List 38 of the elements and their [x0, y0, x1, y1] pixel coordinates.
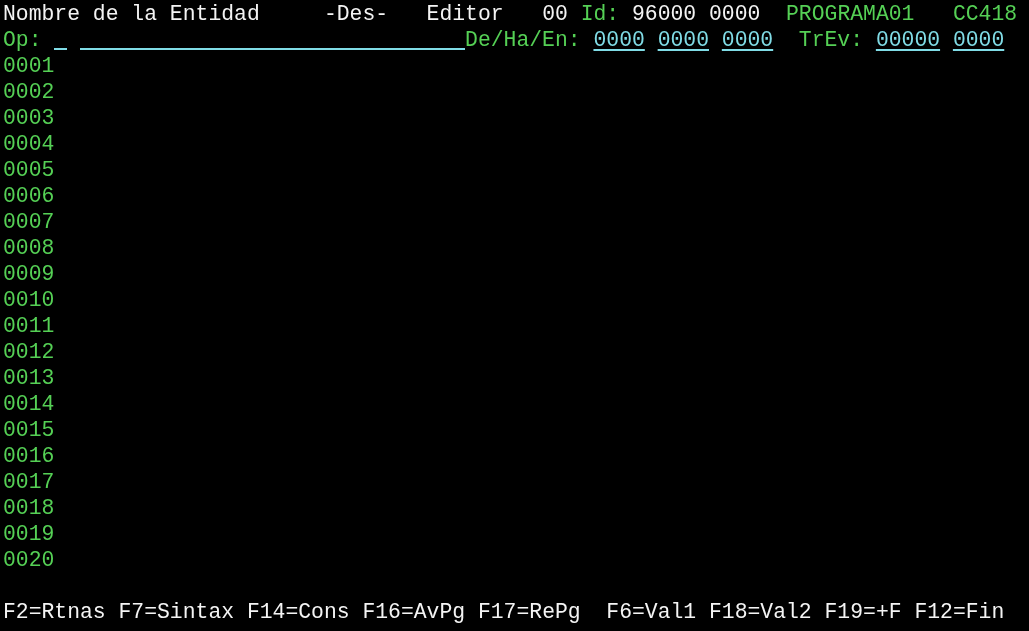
function-keys: F2=Rtnas F7=Sintax F14=Cons F16=AvPg F17=RePg F6=Val1 F18=Val2 F19=+F F12=Fin — [3, 599, 1005, 625]
line-number: 0014 — [3, 391, 55, 417]
line-number: 0017 — [3, 469, 55, 495]
field-label: PROGRAMA01 — [786, 1, 915, 27]
line-number: 0010 — [3, 287, 55, 313]
line-number: 0008 — [3, 235, 55, 261]
line-number: 0009 — [3, 261, 55, 287]
field-label: Op: — [3, 27, 42, 53]
field-label: Id: — [580, 1, 620, 27]
field-value[interactable]: 0000 — [721, 27, 774, 53]
header-text: -Des- — [323, 1, 389, 27]
field-value[interactable]: 0000 — [952, 27, 1005, 53]
header-text: 0000 — [709, 1, 761, 27]
field-label: De/Ha/En: — [465, 27, 581, 53]
line-number: 0020 — [3, 547, 55, 573]
line-number: 0012 — [3, 339, 55, 365]
field-value[interactable]: 0000 — [657, 27, 709, 53]
line-number: 0002 — [3, 79, 55, 105]
line-number: 0018 — [3, 495, 55, 521]
field-label: CC418 — [952, 1, 1018, 27]
header-text: 96000 — [632, 1, 697, 27]
field-value[interactable]: 00000 — [875, 27, 941, 53]
line-number: 0011 — [3, 313, 55, 339]
line-number: 0019 — [3, 521, 55, 547]
field-value[interactable]: 0000 — [593, 27, 645, 53]
header-text: Nombre de la Entidad — [3, 1, 260, 27]
line-number: 0003 — [3, 105, 55, 131]
line-number: 0007 — [3, 209, 55, 235]
line-number: 0005 — [3, 157, 55, 183]
line-number: 0006 — [3, 183, 55, 209]
header-text: Editor — [426, 1, 504, 27]
field-label: TrEv: — [798, 27, 864, 53]
line-number: 0015 — [3, 417, 55, 443]
line-number: 0016 — [3, 443, 55, 469]
line-number: 0004 — [3, 131, 55, 157]
header-text: 00 — [542, 1, 568, 27]
line-number: 0001 — [3, 53, 55, 79]
line-number: 0013 — [3, 365, 55, 391]
